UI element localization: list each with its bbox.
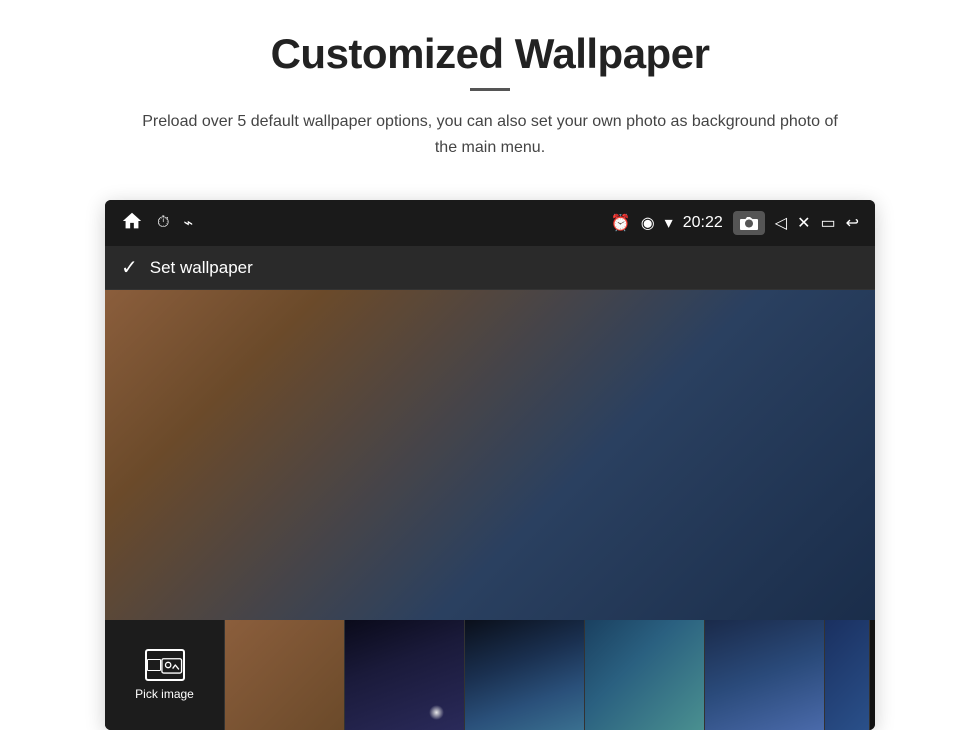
pick-image-label: Pick image <box>135 687 194 701</box>
wallpaper-preview <box>105 290 875 620</box>
thumb-bg-ocean <box>585 620 704 730</box>
alarm-icon: ⏰ <box>611 213 631 233</box>
wallpaper-thumb-5[interactable] <box>705 620 825 730</box>
status-bar-right: ⏰ ◉ ▾ 20:22 ◁ ✕ ▭ ↩ <box>611 211 859 235</box>
wallpaper-thumb-4[interactable] <box>585 620 705 730</box>
wallpaper-header: ✓ Set wallpaper <box>105 246 875 290</box>
wallpaper-thumb-3[interactable] <box>465 620 585 730</box>
back-icon[interactable]: ↩ <box>846 213 859 233</box>
thumb-bg-partial <box>825 620 869 730</box>
volume-icon: ◁ <box>775 213 787 233</box>
pick-image-icon <box>145 649 185 681</box>
page-title: Customized Wallpaper <box>130 30 850 78</box>
pick-image-button[interactable]: Pick image <box>105 620 225 730</box>
clock-icon: ⏱ <box>157 214 169 232</box>
title-section: Customized Wallpaper Preload over 5 defa… <box>130 30 850 160</box>
device-frame: ⏱ ⌁ ⏰ ◉ ▾ 20:22 ◁ ✕ ▭ ↩ <box>105 200 875 730</box>
wallpaper-thumb-1[interactable] <box>225 620 345 730</box>
page-subtitle: Preload over 5 default wallpaper options… <box>130 109 850 160</box>
home-icon[interactable] <box>121 210 143 237</box>
thumb-bg-nebula <box>465 620 584 730</box>
check-icon: ✓ <box>121 255 138 280</box>
title-divider <box>470 88 510 91</box>
wifi-icon: ▾ <box>665 213 673 233</box>
set-wallpaper-label: Set wallpaper <box>150 258 253 278</box>
thumb-bg-space <box>345 620 464 730</box>
status-time: 20:22 <box>683 214 723 232</box>
thumb-bg-brown <box>225 620 344 730</box>
wallpaper-thumb-6[interactable] <box>825 620 870 730</box>
usb-icon: ⌁ <box>183 213 193 233</box>
status-bar-left: ⏱ ⌁ <box>121 210 193 237</box>
status-bar: ⏱ ⌁ ⏰ ◉ ▾ 20:22 ◁ ✕ ▭ ↩ <box>105 200 875 246</box>
close-icon[interactable]: ✕ <box>797 213 810 233</box>
window-icon[interactable]: ▭ <box>820 213 835 233</box>
page-wrapper: Customized Wallpaper Preload over 5 defa… <box>0 0 980 730</box>
thumb-bg-blue <box>705 620 824 730</box>
location-icon: ◉ <box>641 213 655 233</box>
camera-icon[interactable] <box>733 211 765 235</box>
wallpaper-thumb-2[interactable] <box>345 620 465 730</box>
thumbnail-strip: Pick image <box>105 620 875 730</box>
